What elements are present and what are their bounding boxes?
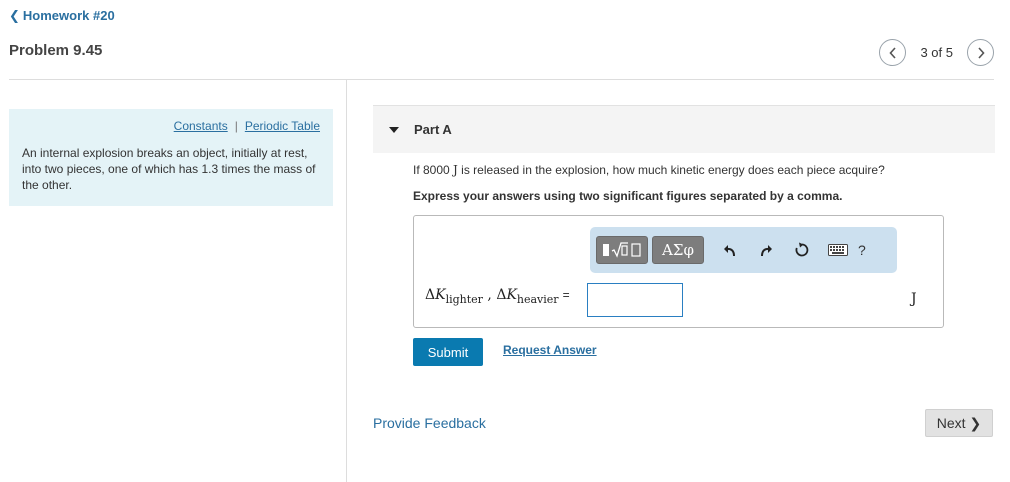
link-separator: | [234, 119, 238, 133]
math-toolbar: ΑΣφ ? [590, 227, 897, 273]
periodic-table-link[interactable]: Periodic Table [245, 119, 320, 133]
redo-icon [761, 244, 772, 256]
subscript-heavier: heavier [516, 292, 559, 306]
question-pre: If 8000 [413, 163, 454, 177]
greek-symbols-button[interactable]: ΑΣφ [652, 236, 704, 264]
delta-symbol-2: Δ [496, 287, 507, 303]
collapse-caret-icon [389, 126, 399, 133]
next-button[interactable]: Next ❯ [925, 409, 993, 437]
answer-unit: J [911, 291, 917, 307]
next-button-label: Next [936, 415, 966, 431]
chevron-left-icon: ❮ [9, 8, 20, 23]
subscript-lighter: lighter [445, 292, 483, 306]
reset-icon [795, 242, 809, 257]
templates-button[interactable] [596, 236, 648, 264]
question-post: is released in the explosion, how much k… [457, 163, 885, 177]
chevron-left-icon [889, 46, 896, 59]
question-text: If 8000 J is released in the explosion, … [413, 163, 885, 177]
variable-k-2: K [506, 287, 517, 303]
chevron-right-icon [977, 46, 985, 59]
constants-link[interactable]: Constants [174, 119, 228, 133]
problem-statement: An internal explosion breaks an object, … [22, 146, 316, 192]
problem-pager: 3 of 5 [879, 39, 994, 66]
keyboard-icon [828, 244, 848, 256]
back-to-homework-link[interactable]: ❮ Homework #20 [9, 8, 115, 24]
chevron-right-icon: ❯ [969, 414, 982, 431]
problem-title: Problem 9.45 [9, 42, 103, 59]
delta-symbol: Δ [425, 287, 436, 303]
submit-button[interactable]: Submit [413, 338, 483, 366]
redo-button[interactable] [756, 244, 776, 257]
request-answer-link[interactable]: Request Answer [503, 343, 597, 357]
undo-icon [724, 244, 735, 256]
answer-box: ΑΣφ ? ΔKlighter , ΔKheavier = J [413, 215, 944, 328]
back-link-label: Homework #20 [22, 8, 115, 23]
reset-button[interactable] [792, 242, 812, 258]
variable-k: K [435, 287, 446, 303]
next-problem-button[interactable] [967, 39, 994, 66]
pager-text: 3 of 5 [920, 45, 953, 60]
equation-label: ΔKlighter , ΔKheavier = [425, 287, 570, 306]
equation-comma: , [482, 287, 497, 303]
help-button[interactable]: ? [858, 242, 866, 258]
templates-icon [603, 242, 641, 258]
previous-problem-button[interactable] [879, 39, 907, 66]
problem-info-panel: Constants | Periodic Table An internal exp… [9, 109, 333, 206]
answer-instruction: Express your answers using two significa… [413, 189, 843, 203]
column-divider [346, 79, 347, 482]
equals-sign: = [562, 288, 570, 302]
header-divider [9, 79, 994, 80]
part-label: Part A [414, 122, 452, 137]
part-a-header[interactable]: Part A [373, 105, 995, 153]
info-links: Constants | Periodic Table [22, 119, 320, 133]
keyboard-button[interactable] [828, 244, 848, 256]
undo-button[interactable] [720, 244, 740, 257]
provide-feedback-link[interactable]: Provide Feedback [373, 415, 486, 431]
answer-input[interactable] [587, 283, 683, 317]
